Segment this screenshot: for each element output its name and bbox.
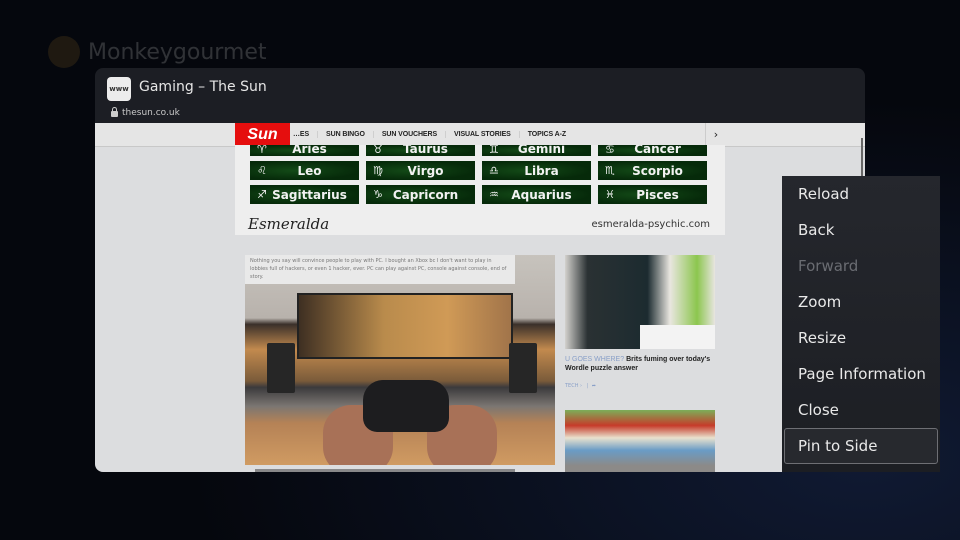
side-kicker: U GOES WHERE? (565, 356, 625, 363)
context-menu: Reload Back Forward Zoom Resize Page Informat… (782, 176, 940, 472)
menu-item-back[interactable]: Back (782, 212, 940, 248)
aquarius-symbol-icon: ♒ (489, 188, 499, 201)
horoscope-ad[interactable]: ♈ Aries ♉ Taurus ♊ Gemini ♋ Cancer ♌ Leo ♍ Virgo ♎ Li… (235, 145, 725, 235)
www-icon: www (107, 77, 131, 101)
zodiac-aries[interactable]: ♈ Aries (250, 145, 359, 156)
chevron-right-icon[interactable]: › (705, 123, 726, 146)
menu-item-reload[interactable]: Reload (782, 176, 940, 212)
main-article-image[interactable]: Nothing you say will convince people to … (245, 255, 555, 465)
aries-symbol-icon: ♈ (257, 145, 267, 156)
ad-brand: Esmeralda (248, 215, 330, 233)
nav-links: …ES SUN BINGO SUN VOUCHERS VISUAL STORIE… (293, 123, 574, 146)
site-navbar: Sun …ES SUN BINGO SUN VOUCHERS VISUAL ST… (95, 123, 865, 147)
zodiac-cancer[interactable]: ♋ Cancer (598, 145, 707, 156)
scrollbar[interactable] (861, 138, 863, 178)
share-icon[interactable]: ➦ (592, 383, 596, 389)
speaker-right (509, 343, 537, 393)
profile-avatar (48, 36, 80, 68)
menu-item-forward: Forward (798, 257, 859, 275)
menu-item-pin-to-side[interactable]: Pin to Side (784, 428, 938, 464)
url-bar: thesun.co.uk (111, 107, 180, 118)
nav-link-topics[interactable]: TOPICS A-Z (520, 131, 574, 138)
zodiac-libra[interactable]: ♎ Libra (482, 161, 591, 180)
window-title: Gaming – The Sun (139, 79, 267, 95)
side-article[interactable]: U GOES WHERE? Brits fuming over today's … (565, 255, 715, 395)
menu-item-page-information[interactable]: Page Information (782, 356, 940, 392)
cancer-symbol-icon: ♋ (605, 145, 615, 156)
web-page[interactable]: Sun …ES SUN BINGO SUN VOUCHERS VISUAL ST… (95, 123, 865, 472)
zodiac-aquarius[interactable]: ♒ Aquarius (482, 185, 591, 204)
zodiac-gemini[interactable]: ♊ Gemini (482, 145, 591, 156)
profile-name: Monkeygourmet (88, 39, 267, 65)
monitor-shape (297, 293, 513, 359)
comment-overlay (640, 325, 715, 349)
zodiac-taurus[interactable]: ♉ Taurus (366, 145, 475, 156)
lock-icon (111, 107, 118, 117)
pisces-symbol-icon: ♓ (605, 188, 615, 201)
leo-symbol-icon: ♌ (257, 164, 267, 177)
speaker-left (267, 343, 295, 393)
zodiac-capricorn[interactable]: ♑ Capricorn (366, 185, 475, 204)
scorpio-symbol-icon: ♏ (605, 164, 615, 177)
window-header: www Gaming – The Sun thesun.co.uk (95, 68, 865, 123)
ad-website[interactable]: esmeralda-psychic.com (592, 219, 710, 230)
zodiac-scorpio[interactable]: ♏ Scorpio (598, 161, 707, 180)
menu-item-zoom[interactable]: Zoom (782, 284, 940, 320)
side-headline[interactable]: U GOES WHERE? Brits fuming over today's … (565, 355, 715, 373)
nav-link-partial[interactable]: …ES (293, 131, 319, 138)
nav-link-sun-bingo[interactable]: SUN BINGO (318, 131, 374, 138)
main-headline-cut (255, 469, 515, 472)
sun-logo[interactable]: Sun (235, 123, 290, 146)
sagittarius-symbol-icon: ♐ (257, 188, 267, 201)
section-link[interactable]: TECH › (565, 383, 582, 389)
virgo-symbol-icon: ♍ (373, 164, 383, 177)
controller-shape (363, 380, 449, 432)
gemini-symbol-icon: ♊ (489, 145, 499, 156)
browser-window: www Gaming – The Sun thesun.co.uk Sun …E… (95, 68, 865, 472)
url-text: thesun.co.uk (122, 108, 180, 118)
phone-photo (565, 255, 715, 349)
game-screenshot[interactable] (565, 410, 715, 472)
capricorn-symbol-icon: ♑ (373, 188, 383, 201)
zodiac-sagittarius[interactable]: ♐ Sagittarius (250, 185, 359, 204)
nav-link-visual-stories[interactable]: VISUAL STORIES (446, 131, 520, 138)
image-caption: Nothing you say will convince people to … (245, 255, 515, 284)
zodiac-leo[interactable]: ♌ Leo (250, 161, 359, 180)
taurus-symbol-icon: ♉ (373, 145, 383, 156)
side-meta: TECH › | ➦ (565, 383, 596, 389)
zodiac-grid: ♈ Aries ♉ Taurus ♊ Gemini ♋ Cancer ♌ Leo ♍ Virgo ♎ Li… (250, 145, 707, 204)
menu-item-close[interactable]: Close (782, 392, 940, 428)
menu-item-resize[interactable]: Resize (782, 320, 940, 356)
libra-symbol-icon: ♎ (489, 164, 499, 177)
nav-link-sun-vouchers[interactable]: SUN VOUCHERS (374, 131, 447, 138)
zodiac-pisces[interactable]: ♓ Pisces (598, 185, 707, 204)
background-profile: Monkeygourmet (48, 36, 267, 68)
zodiac-virgo[interactable]: ♍ Virgo (366, 161, 475, 180)
